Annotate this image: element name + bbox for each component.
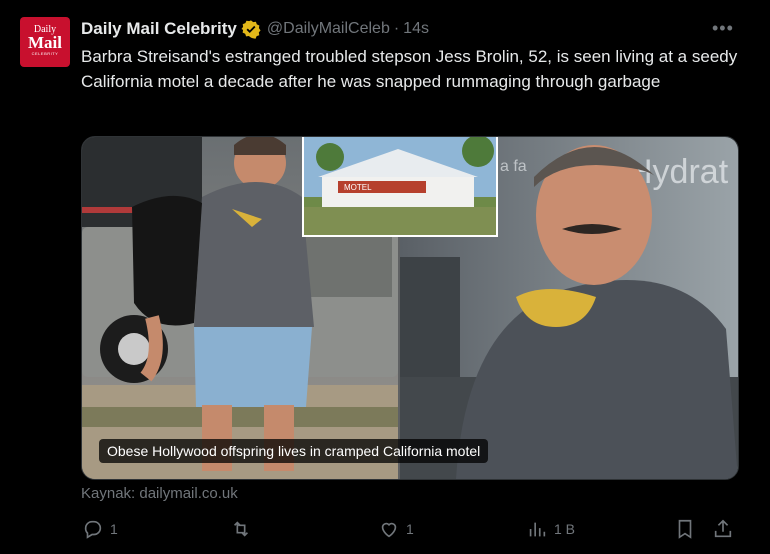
reply-icon bbox=[84, 520, 102, 539]
reply-button[interactable]: 1 bbox=[82, 518, 118, 540]
more-options-icon[interactable]: ••• bbox=[712, 18, 734, 38]
inset-photo: MOTEL bbox=[302, 137, 498, 237]
views-button[interactable]: 1 B bbox=[526, 518, 575, 540]
like-button[interactable]: 1 bbox=[378, 518, 414, 540]
account-handle[interactable]: @DailyMailCeleb bbox=[267, 20, 390, 38]
share-icon bbox=[714, 519, 732, 538]
tweet-text: Barbra Streisand's estranged troubled st… bbox=[81, 47, 738, 91]
wall-sign-left: a fa bbox=[500, 158, 527, 175]
motel-sign: MOTEL bbox=[344, 183, 372, 192]
avatar-line2: Mail bbox=[28, 33, 62, 52]
views-count: 1 B bbox=[554, 521, 576, 537]
media-card[interactable]: Hydrat a fa MOTEL Obese Hollywood offspr… bbox=[81, 136, 739, 480]
timestamp[interactable]: 14s bbox=[403, 20, 429, 38]
account-name[interactable]: Daily Mail Celebrity bbox=[81, 19, 237, 39]
like-count: 1 bbox=[406, 521, 414, 537]
media-image[interactable]: Hydrat a fa MOTEL bbox=[82, 137, 738, 479]
bookmark-icon bbox=[678, 519, 692, 539]
repost-icon bbox=[233, 521, 249, 537]
repost-button[interactable] bbox=[230, 518, 258, 540]
tweet[interactable]: Daily Mail CELEBRITY Daily Mail Celebrit… bbox=[0, 0, 770, 554]
heart-icon bbox=[381, 522, 397, 538]
action-bar: 1 1 1 B bbox=[0, 518, 770, 548]
media-caption: Obese Hollywood offspring lives in cramp… bbox=[99, 439, 489, 463]
bookmark-button[interactable] bbox=[674, 518, 696, 540]
avatar[interactable]: Daily Mail CELEBRITY bbox=[20, 17, 70, 67]
source-link[interactable]: Kaynak: dailymail.co.uk bbox=[81, 485, 238, 502]
views-chart-icon bbox=[529, 522, 546, 537]
tweet-header: Daily Mail Celebrity @DailyMailCeleb · 1… bbox=[81, 18, 429, 40]
separator-dot: · bbox=[393, 20, 400, 37]
reply-count: 1 bbox=[110, 521, 118, 537]
verified-badge-icon[interactable] bbox=[241, 19, 261, 39]
share-button[interactable] bbox=[712, 518, 734, 540]
